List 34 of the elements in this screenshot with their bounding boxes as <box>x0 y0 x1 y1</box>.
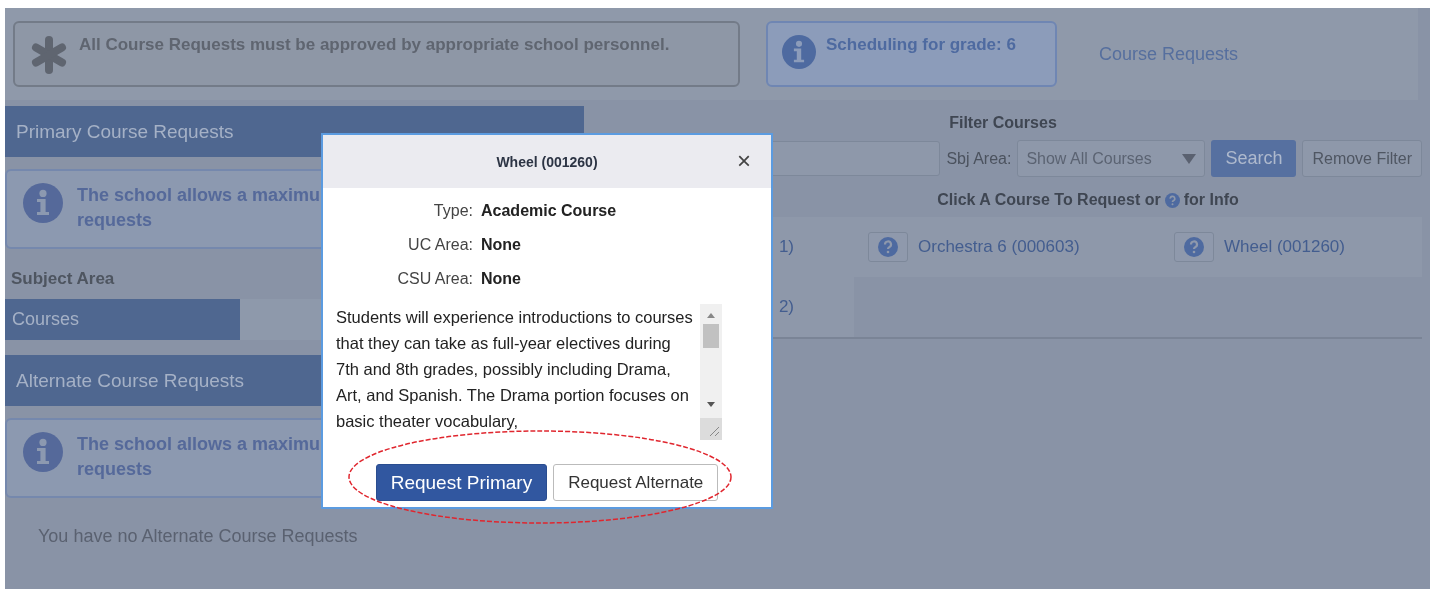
help-icon <box>878 237 898 257</box>
request-button[interactable]: Request Alternate <box>553 464 719 501</box>
subject-area-label: Subject Area <box>11 269 115 289</box>
course-link[interactable]: 1) <box>778 237 794 257</box>
course-link[interactable]: 2) <box>778 297 794 317</box>
filter-title: Filter Courses <box>948 114 1058 132</box>
course-requests-link[interactable]: Course Requests <box>1099 43 1239 65</box>
course-link[interactable]: Wheel (001260) <box>1224 237 1345 257</box>
request-button[interactable]: Request Primary <box>375 464 548 501</box>
field-value: Academic Course <box>481 202 618 220</box>
remove-filter-button[interactable]: Remove Filter <box>1302 140 1422 177</box>
help-icon <box>1164 192 1180 208</box>
info-icon <box>782 35 816 69</box>
field-label: Type: <box>432 202 473 220</box>
course-link[interactable]: Orchestra 6 (000603) <box>918 237 1080 257</box>
help-button[interactable] <box>868 232 908 262</box>
field-value: None <box>481 236 522 254</box>
help-button[interactable] <box>1174 232 1214 262</box>
search-button[interactable]: Search <box>1211 140 1297 177</box>
caret-icon <box>1182 153 1197 164</box>
field-value: None <box>481 270 522 288</box>
info-icon <box>23 183 63 223</box>
hint-text: Click A Course To Request or <box>937 191 1161 209</box>
hint-text: for Info <box>1183 191 1239 209</box>
close-button[interactable]: × <box>737 149 751 173</box>
subject-area-item[interactable]: Courses <box>5 299 240 340</box>
notice-text: Scheduling for grade: 6 <box>826 35 1016 55</box>
help-icon <box>1184 237 1204 257</box>
info-icon <box>23 432 63 472</box>
field-label: CSU Area: <box>396 270 473 288</box>
asterisk-icon <box>29 35 69 75</box>
field-label: UC Area: <box>407 236 473 254</box>
subject-dropdown[interactable]: Show All Courses <box>1017 140 1206 177</box>
sbj-area-label: Sbj Area: <box>946 149 1012 168</box>
